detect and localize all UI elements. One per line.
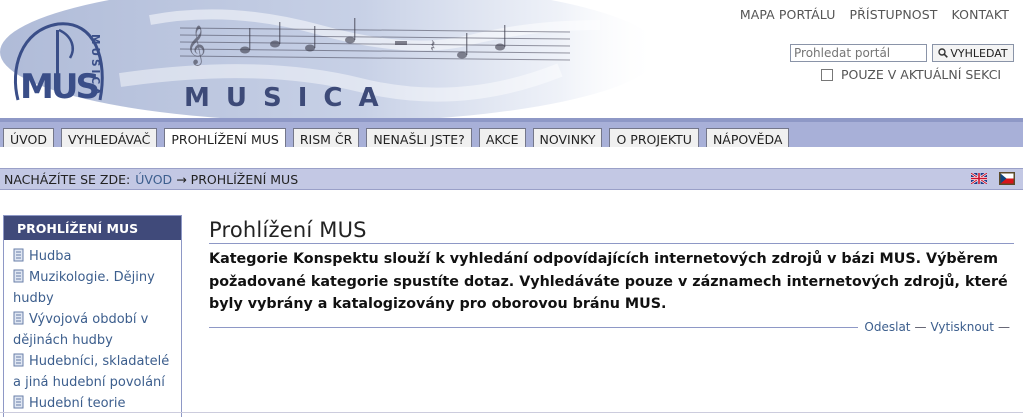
top-link-contact[interactable]: KONTAKT: [945, 7, 1009, 22]
category-icon: [13, 353, 24, 367]
tab-napoveda[interactable]: NÁPOVĚDA: [705, 128, 790, 149]
breadcrumb-prefix: NACHÁZÍTE SE ZDE:: [4, 171, 131, 187]
document-actions: Odeslat — Vytisknout —: [209, 320, 1014, 334]
section-only-checkbox[interactable]: [821, 68, 833, 81]
musica-banner: 𝄞 𝄽 MUS MUSICA MUSICA: [0, 0, 700, 118]
tab-o-projektu[interactable]: O PROJEKTU: [609, 128, 699, 149]
english-flag-icon[interactable]: [971, 173, 987, 184]
page-description: Kategorie Konspektu slouží k vyhledání o…: [209, 251, 1008, 312]
tab-novinky[interactable]: NOVINKY: [532, 128, 603, 149]
page-title: Prohlížení MUS: [209, 218, 367, 242]
breadcrumb: NACHÁZÍTE SE ZDE: ÚVOD → PROHLÍŽENÍ MUS: [0, 168, 1023, 190]
svg-text:𝄞: 𝄞: [186, 25, 206, 66]
print-link[interactable]: Vytisknout: [931, 320, 995, 334]
top-link-accessibility[interactable]: PŘÍSTUPNOST: [842, 7, 944, 22]
sidebar-item-muzikologie[interactable]: Muzikologie. Dějiny hudby: [13, 267, 173, 309]
category-icon: [13, 248, 24, 262]
search-button[interactable]: VYHLEDAT: [932, 44, 1014, 62]
sidebar-list: Hudba Muzikologie. Dějiny hudby Vývojová…: [4, 240, 181, 414]
tab-akce[interactable]: AKCE: [478, 128, 526, 149]
czech-flag-icon[interactable]: [999, 172, 1015, 185]
section-only-label: POUZE V AKTUÁLNÍ SEKCI: [841, 67, 1002, 82]
category-icon: [13, 311, 24, 325]
svg-text:𝄽: 𝄽: [430, 36, 436, 57]
search-input[interactable]: [790, 44, 927, 62]
search-button-label: VYHLEDAT: [950, 46, 1008, 60]
title-divider: [209, 243, 1014, 244]
tab-rism-cr[interactable]: RISM ČR: [292, 128, 360, 149]
sidebar-item-label: Hudební teorie: [29, 396, 126, 411]
send-link[interactable]: Odeslat: [864, 320, 910, 334]
actions-separator: —: [914, 320, 927, 334]
tab-nenasli-jste[interactable]: NENAŠLI JSTE?: [366, 128, 472, 149]
top-link-site-map[interactable]: MAPA PORTÁLU: [733, 7, 843, 22]
page-bottom-divider: [0, 412, 1023, 413]
main-navigation: ÚVOD VYHLEDÁVAČ PROHLÍŽENÍ MUS RISM ČR N…: [0, 118, 1023, 150]
sidebar-title: PROHLÍŽENÍ MUS: [4, 216, 181, 240]
category-icon: [13, 395, 24, 409]
breadcrumb-current: PROHLÍŽENÍ MUS: [190, 171, 299, 187]
sidebar-item-label: Muzikologie. Dějiny hudby: [13, 270, 155, 306]
breadcrumb-home-link[interactable]: ÚVOD: [135, 172, 172, 187]
breadcrumb-arrow: →: [176, 171, 187, 187]
sidebar-item-hudebni-teorie[interactable]: Hudební teorie: [13, 393, 173, 414]
section-only-option[interactable]: POUZE V AKTUÁLNÍ SEKCI: [821, 67, 1001, 82]
sidebar-item-label: Vývojová období v dějinách hudby: [13, 312, 149, 348]
category-icon: [13, 269, 24, 283]
top-links: MAPA PORTÁLU PŘÍSTUPNOST KONTAKT: [733, 7, 1009, 22]
search-icon: [938, 48, 949, 58]
logo-side-text: MUSICA: [89, 34, 101, 98]
site-header: 𝄞 𝄽 MUS MUSICA MUSICA MAPA PORTÁLU PŘÍST…: [0, 0, 1023, 118]
sidebar-item-label: Hudba: [29, 249, 72, 264]
banner-title: MUSICA: [184, 83, 395, 113]
sidebar-item-label: Hudebníci, skladatelé a jiná hudební pov…: [13, 354, 170, 390]
sidebar-item-hudba[interactable]: Hudba: [13, 246, 173, 267]
tab-vyhledavac[interactable]: VYHLEDÁVAČ: [60, 128, 158, 149]
sidebar-portlet: PROHLÍŽENÍ MUS Hudba Muzikologie. Dějiny…: [3, 215, 182, 417]
tab-uvod[interactable]: ÚVOD: [3, 128, 54, 149]
actions-separator: —: [998, 320, 1010, 334]
sidebar-item-hudebnici[interactable]: Hudebníci, skladatelé a jiná hudební pov…: [13, 351, 173, 393]
spacer: [0, 147, 1023, 168]
sidebar-item-vyvojova-obdobi[interactable]: Vývojová období v dějinách hudby: [13, 309, 173, 351]
